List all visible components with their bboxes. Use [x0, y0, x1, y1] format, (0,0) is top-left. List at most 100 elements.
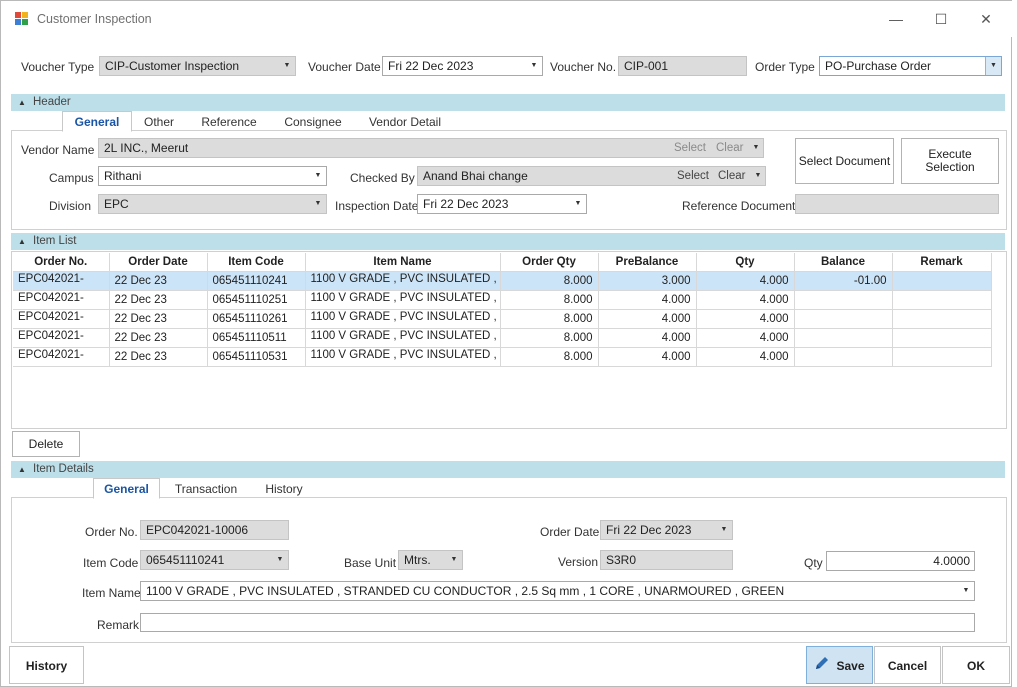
table-row[interactable]: EPC042021- 22 Dec 23 065451110241 1100 V…	[13, 271, 992, 291]
item-code-cell[interactable]: 065451110251	[207, 290, 306, 310]
order-no-cell[interactable]: EPC042021-	[13, 347, 110, 367]
table-row[interactable]: EPC042021- 22 Dec 23 065451110261 1100 V…	[13, 309, 992, 329]
balance-cell[interactable]	[794, 309, 893, 329]
qty-input[interactable]: 4.0000	[826, 551, 975, 571]
delete-button[interactable]: Delete	[12, 431, 80, 457]
title-bar[interactable]: Customer Inspection — ☐ ✕	[1, 1, 1013, 37]
item-code-cell[interactable]: 065451110261	[207, 309, 306, 329]
voucher-type-select[interactable]: CIP-Customer Inspection ▼	[99, 56, 296, 76]
save-button[interactable]: Save	[806, 646, 873, 684]
tab-header-general[interactable]: General	[62, 111, 132, 132]
column-header[interactable]: PreBalance	[598, 253, 697, 272]
tab-header-consignee[interactable]: Consignee	[275, 112, 351, 132]
tab-details-history[interactable]: History	[255, 479, 313, 499]
qty-cell[interactable]: 4.000	[696, 347, 795, 367]
vendor-name-field[interactable]: 2L INC., Meerut Select Clear ▼	[98, 138, 764, 158]
order-qty-cell[interactable]: 8.000	[500, 309, 599, 329]
balance-cell[interactable]	[794, 328, 893, 348]
header-section-bar[interactable]: ▲ Header	[11, 94, 1005, 111]
item-name-cell[interactable]: 1100 V GRADE , PVC INSULATED ,	[305, 347, 501, 367]
item-code-cell[interactable]: 065451110511	[207, 328, 306, 348]
order-no-cell[interactable]: EPC042021-	[13, 309, 110, 329]
tab-header-other[interactable]: Other	[135, 112, 183, 132]
vendor-clear-link[interactable]: Clear	[716, 139, 743, 157]
chevron-down-icon[interactable]: ▼	[751, 167, 765, 185]
prebalance-cell[interactable]: 4.000	[598, 347, 697, 367]
remark-cell[interactable]	[892, 271, 992, 291]
tab-header-vendor-detail[interactable]: Vendor Detail	[361, 112, 449, 132]
checked-by-field[interactable]: Anand Bhai change Select Clear ▼	[417, 166, 766, 186]
balance-cell[interactable]	[794, 347, 893, 367]
prebalance-cell[interactable]: 4.000	[598, 328, 697, 348]
remark-cell[interactable]	[892, 347, 992, 367]
balance-cell[interactable]	[794, 290, 893, 310]
history-button[interactable]: History	[9, 646, 84, 684]
item-list-section-bar[interactable]: ▲ Item List	[11, 233, 1005, 250]
inspection-date-picker[interactable]: Fri 22 Dec 2023 ▼	[417, 194, 587, 214]
column-header[interactable]: Balance	[794, 253, 893, 272]
qty-cell[interactable]: 4.000	[696, 290, 795, 310]
order-no-cell[interactable]: EPC042021-	[13, 271, 110, 291]
item-code-select[interactable]: 065451110241 ▼	[140, 550, 289, 570]
column-header[interactable]: Item Code	[207, 253, 306, 272]
column-header[interactable]: Qty	[696, 253, 795, 272]
campus-select[interactable]: Rithani ▼	[98, 166, 327, 186]
minimize-icon[interactable]: —	[881, 9, 911, 29]
tab-details-transaction[interactable]: Transaction	[169, 479, 243, 499]
close-icon[interactable]: ✕	[971, 9, 1001, 29]
item-name-cell[interactable]: 1100 V GRADE , PVC INSULATED ,	[305, 271, 501, 291]
select-document-button[interactable]: Select Document	[795, 138, 894, 184]
order-date-cell[interactable]: 22 Dec 23	[109, 328, 208, 348]
column-header[interactable]: Item Name	[305, 253, 501, 272]
execute-selection-button[interactable]: Execute Selection	[901, 138, 999, 184]
item-name-cell[interactable]: 1100 V GRADE , PVC INSULATED ,	[305, 328, 501, 348]
column-header[interactable]: Order Date	[109, 253, 208, 272]
column-header[interactable]: Order No.	[13, 253, 110, 272]
chevron-down-icon[interactable]: ▼	[749, 139, 763, 157]
division-select[interactable]: EPC ▼	[98, 194, 327, 214]
prebalance-cell[interactable]: 4.000	[598, 309, 697, 329]
tab-header-reference[interactable]: Reference	[193, 112, 265, 132]
tab-details-general[interactable]: General	[93, 478, 160, 499]
remark-cell[interactable]	[892, 328, 992, 348]
prebalance-cell[interactable]: 3.000	[598, 271, 697, 291]
item-details-section-bar[interactable]: ▲ Item Details	[11, 461, 1005, 478]
order-qty-cell[interactable]: 8.000	[500, 290, 599, 310]
cancel-button[interactable]: Cancel	[874, 646, 941, 684]
order-qty-cell[interactable]: 8.000	[500, 328, 599, 348]
order-date-cell[interactable]: 22 Dec 23	[109, 347, 208, 367]
remark-input[interactable]	[140, 613, 975, 632]
order-date-cell[interactable]: 22 Dec 23	[109, 309, 208, 329]
item-code-cell[interactable]: 065451110531	[207, 347, 306, 367]
ok-button[interactable]: OK	[942, 646, 1010, 684]
item-name-select[interactable]: 1100 V GRADE , PVC INSULATED , STRANDED …	[140, 581, 975, 601]
item-name-cell[interactable]: 1100 V GRADE , PVC INSULATED ,	[305, 309, 501, 329]
vendor-select-link[interactable]: Select	[674, 139, 706, 157]
order-qty-cell[interactable]: 8.000	[500, 347, 599, 367]
voucher-date-picker[interactable]: Fri 22 Dec 2023 ▼	[382, 56, 543, 76]
qty-cell[interactable]: 4.000	[696, 271, 795, 291]
table-row[interactable]: EPC042021- 22 Dec 23 065451110531 1100 V…	[13, 347, 992, 367]
base-unit-select[interactable]: Mtrs. ▼	[398, 550, 463, 570]
order-no-cell[interactable]: EPC042021-	[13, 328, 110, 348]
item-name-cell[interactable]: 1100 V GRADE , PVC INSULATED ,	[305, 290, 501, 310]
maximize-icon[interactable]: ☐	[926, 9, 956, 29]
checked-by-clear-link[interactable]: Clear	[718, 167, 745, 185]
column-header[interactable]: Order Qty	[500, 253, 599, 272]
remark-cell[interactable]	[892, 290, 992, 310]
checked-by-select-link[interactable]: Select	[677, 167, 709, 185]
column-header[interactable]: Remark	[892, 253, 992, 272]
table-row[interactable]: EPC042021- 22 Dec 23 065451110251 1100 V…	[13, 290, 992, 310]
order-qty-cell[interactable]: 8.000	[500, 271, 599, 291]
order-date-cell[interactable]: 22 Dec 23	[109, 271, 208, 291]
table-row[interactable]: EPC042021- 22 Dec 23 065451110511 1100 V…	[13, 328, 992, 348]
prebalance-cell[interactable]: 4.000	[598, 290, 697, 310]
order-no-cell[interactable]: EPC042021-	[13, 290, 110, 310]
item-code-cell[interactable]: 065451110241	[207, 271, 306, 291]
order-date-cell[interactable]: 22 Dec 23	[109, 290, 208, 310]
qty-cell[interactable]: 4.000	[696, 309, 795, 329]
order-type-select[interactable]: PO-Purchase Order ▼	[819, 56, 1002, 76]
balance-cell[interactable]: -01.00	[794, 271, 893, 291]
qty-cell[interactable]: 4.000	[696, 328, 795, 348]
remark-cell[interactable]	[892, 309, 992, 329]
